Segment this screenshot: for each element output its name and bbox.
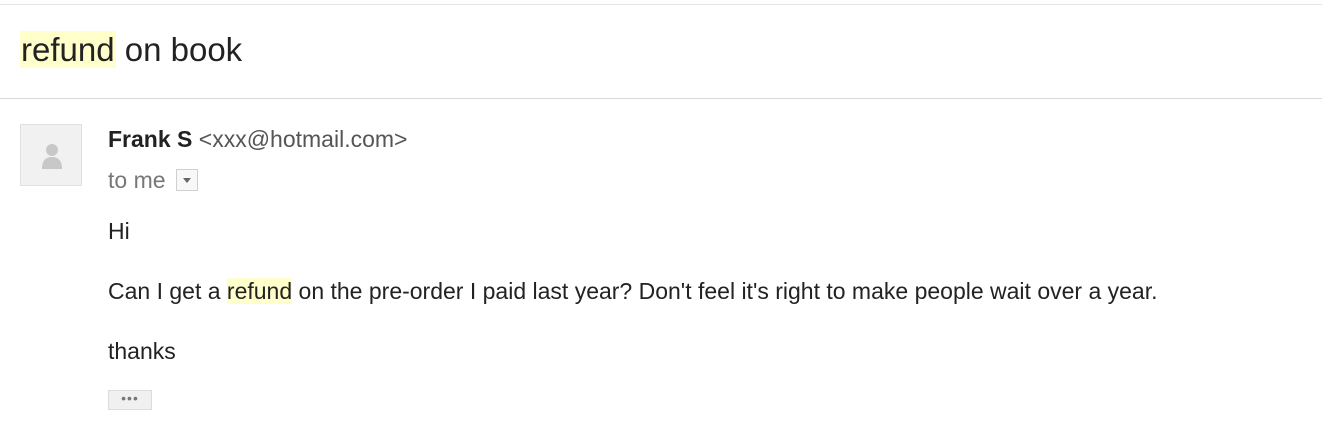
sender-name[interactable]: Frank S <box>108 126 192 152</box>
top-divider <box>0 4 1322 5</box>
ellipsis-icon: ••• <box>121 390 139 406</box>
body-text-end: on the pre-order I paid last year? Don't… <box>292 278 1158 304</box>
body-search-highlight: refund <box>226 278 293 304</box>
email-subject: refund on book <box>20 28 242 72</box>
sender-avatar[interactable] <box>20 124 82 186</box>
sender-email: <xxx@hotmail.com> <box>198 126 408 152</box>
body-text-start: Can I get a <box>108 278 227 304</box>
person-icon <box>42 144 62 169</box>
subject-divider <box>0 98 1322 99</box>
chevron-down-icon <box>182 178 191 183</box>
recipient-label: to me <box>108 167 166 193</box>
message-body-line: Can I get a refund on the pre-order I pa… <box>108 276 1158 306</box>
sender-line: Frank S <xxx@hotmail.com> <box>108 124 407 154</box>
show-details-button[interactable] <box>175 169 198 191</box>
subject-text: on book <box>115 31 243 68</box>
subject-search-highlight: refund <box>20 31 116 68</box>
show-trimmed-content-button[interactable]: ••• <box>108 390 152 410</box>
message-greeting: Hi <box>108 218 130 244</box>
message-signoff: thanks <box>108 338 176 364</box>
recipient-line: to me <box>108 165 198 195</box>
